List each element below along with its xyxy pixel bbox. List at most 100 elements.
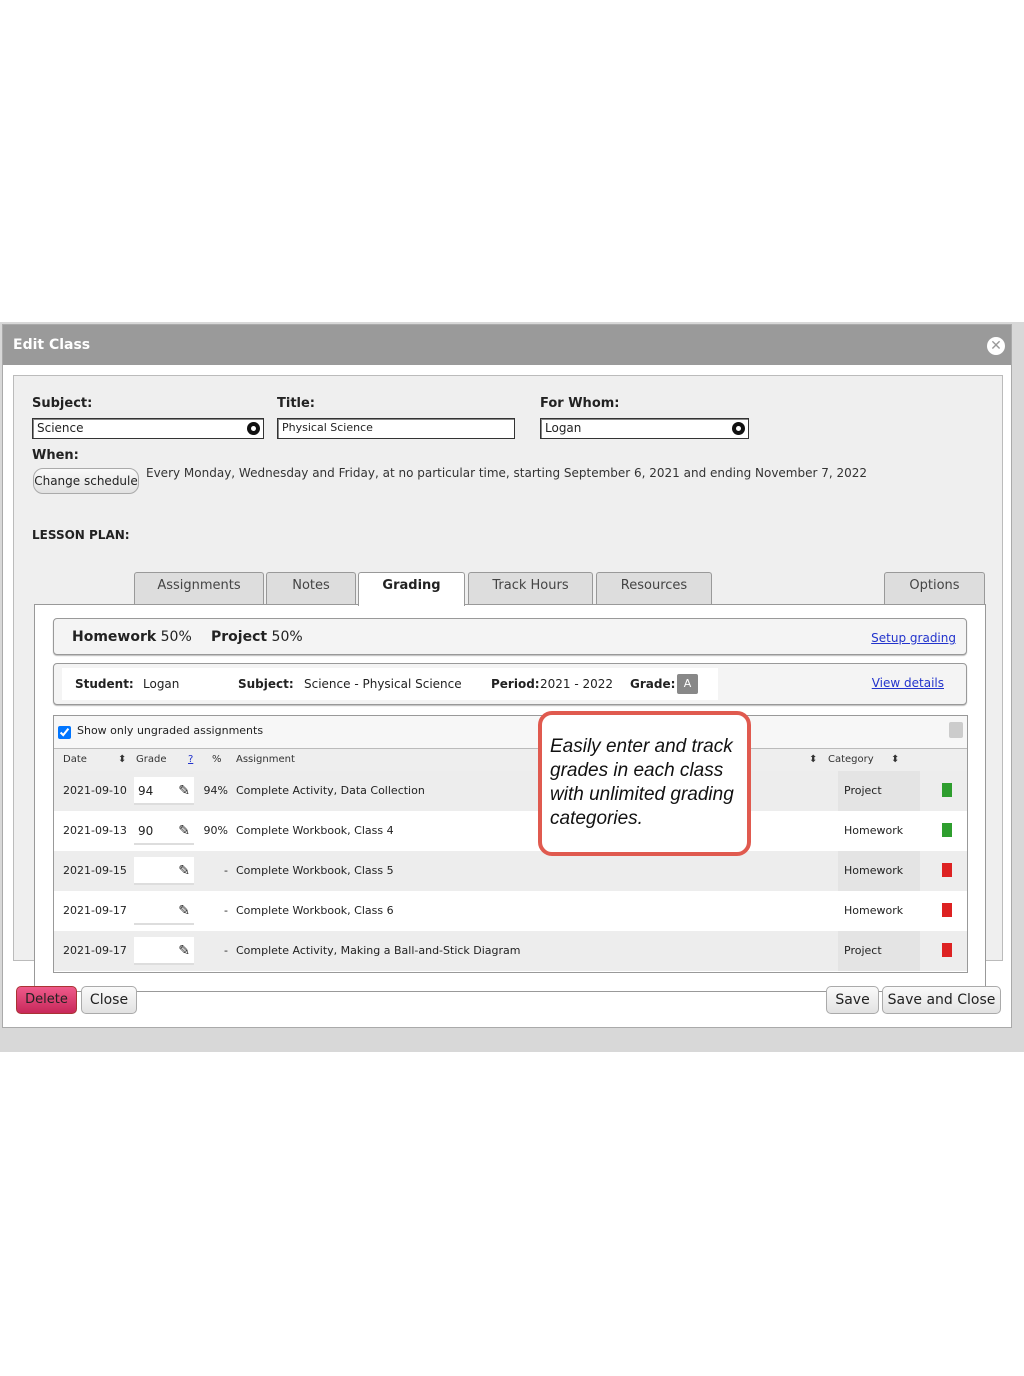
grade-input[interactable]: 94 ✎ <box>134 777 194 805</box>
student-label: Student: <box>75 677 134 691</box>
for-whom-select[interactable]: Logan <box>540 418 749 439</box>
category-name: Homework <box>72 629 157 645</box>
tab-assignments[interactable]: Assignments <box>134 572 264 605</box>
header-grade[interactable]: Grade <box>136 749 167 771</box>
dropdown-icon <box>247 422 260 435</box>
tab-notes[interactable]: Notes <box>266 572 356 605</box>
options-button[interactable]: Options <box>884 572 985 605</box>
category-pct: 50% <box>160 629 192 645</box>
for-whom-label: For Whom: <box>540 396 620 411</box>
pencil-icon[interactable]: ✎ <box>178 777 190 805</box>
close-button[interactable]: Close <box>81 986 137 1014</box>
grade-value: 90 <box>138 824 154 838</box>
setup-grading-link[interactable]: Setup grading <box>871 631 956 645</box>
grade-input[interactable]: ✎ <box>134 897 194 925</box>
status-flag-icon[interactable] <box>942 783 952 797</box>
subject-label: Subject: <box>32 396 93 411</box>
header-category[interactable]: Category <box>828 749 874 771</box>
row-date: 2021-09-10 <box>63 784 127 797</box>
header-pct: % <box>212 754 222 765</box>
row-pct: - <box>224 864 228 877</box>
status-flag-icon[interactable] <box>942 943 952 957</box>
edit-class-dialog: Edit Class ✕ Subject: Science Title: Phy… <box>2 324 1012 1028</box>
change-schedule-button[interactable]: Change schedule <box>33 468 139 494</box>
row-assignment[interactable]: Complete Workbook, Class 6 <box>236 891 394 931</box>
sort-icon[interactable]: ⬍ <box>118 749 126 771</box>
row-assignment[interactable]: Complete Activity, Data Collection <box>236 771 425 811</box>
status-flag-icon[interactable] <box>942 863 952 877</box>
title-label: Title: <box>277 396 316 411</box>
close-icon[interactable]: ✕ <box>987 337 1005 355</box>
row-pct: - <box>224 944 228 957</box>
feature-callout: Easily enter and track grades in each cl… <box>538 711 751 856</box>
grade-input[interactable]: ✎ <box>134 937 194 965</box>
view-details-link[interactable]: View details <box>872 676 944 690</box>
grading-categories: Homework 50% Project 50% Setup grading <box>53 618 967 655</box>
table-header: Date ⬍ Grade ? % Assignment ⬍ Category ⬍ <box>54 749 967 771</box>
row-date: 2021-09-13 <box>63 824 127 837</box>
row-pct: 94% <box>203 784 228 797</box>
table-row: 2021-09-17 ✎ - Complete Workbook, Class … <box>54 891 967 931</box>
tab-grading[interactable]: Grading <box>358 572 465 606</box>
period-label: Period: <box>491 677 540 691</box>
row-category: Homework <box>838 891 920 931</box>
row-date: 2021-09-17 <box>63 904 127 917</box>
row-assignment[interactable]: Complete Workbook, Class 5 <box>236 851 394 891</box>
header-assignment[interactable]: Assignment <box>236 749 295 771</box>
sort-icon[interactable]: ⬍ <box>891 749 899 771</box>
form-panel: Subject: Science Title: Physical Science… <box>13 375 1003 992</box>
subject-select[interactable]: Science <box>32 418 264 439</box>
subject-label: Subject: <box>238 677 294 691</box>
student-summary: Student: Logan Subject: Science - Physic… <box>53 663 967 705</box>
for-whom-value: Logan <box>545 421 582 435</box>
header-date[interactable]: Date <box>63 749 87 771</box>
student-value: Logan <box>143 677 180 691</box>
row-pct: 90% <box>203 824 228 837</box>
row-pct: - <box>224 904 228 917</box>
row-category: Project <box>838 931 920 971</box>
ungraded-filter-label: Show only ungraded assignments <box>77 724 264 737</box>
grade-input[interactable]: 90 ✎ <box>134 817 194 845</box>
sort-icon[interactable]: ⬍ <box>809 749 817 771</box>
pencil-icon[interactable]: ✎ <box>178 937 190 965</box>
table-row: 2021-09-15 ✎ - Complete Workbook, Class … <box>54 851 967 891</box>
status-flag-icon[interactable] <box>942 823 952 837</box>
row-assignment[interactable]: Complete Activity, Making a Ball-and-Sti… <box>236 931 521 971</box>
assignments-table: Show only ungraded assignments Date ⬍ Gr… <box>53 715 968 973</box>
tab-resources[interactable]: Resources <box>596 572 712 605</box>
delete-button[interactable]: Delete <box>16 986 77 1014</box>
table-settings-icon[interactable] <box>949 722 963 738</box>
save-button[interactable]: Save <box>826 986 879 1014</box>
table-row: 2021-09-13 90 ✎ 90% Complete Workbook, Cl… <box>54 811 967 851</box>
grade-value: 94 <box>138 784 154 798</box>
status-flag-icon[interactable] <box>942 903 952 917</box>
pencil-icon[interactable]: ✎ <box>178 857 190 885</box>
row-assignment[interactable]: Complete Workbook, Class 4 <box>236 811 394 851</box>
title-input[interactable]: Physical Science <box>277 418 515 439</box>
category-name: Project <box>211 629 268 645</box>
subject-value: Science - Physical Science <box>304 677 462 691</box>
row-date: 2021-09-15 <box>63 864 127 877</box>
schedule-text: Every Monday, Wednesday and Friday, at n… <box>146 466 868 480</box>
grade-help-link[interactable]: ? <box>188 749 193 771</box>
row-category: Homework <box>838 811 920 851</box>
tab-track-hours[interactable]: Track Hours <box>468 572 593 605</box>
subject-value: Science <box>37 421 84 435</box>
table-row: 2021-09-10 94 ✎ 94% Complete Activity, Da… <box>54 771 967 811</box>
pencil-icon[interactable]: ✎ <box>178 897 190 925</box>
save-and-close-button[interactable]: Save and Close <box>882 986 1001 1014</box>
row-category: Project <box>838 771 920 811</box>
grade-label: Grade: <box>630 677 676 691</box>
row-date: 2021-09-17 <box>63 944 127 957</box>
row-category: Homework <box>838 851 920 891</box>
when-label: When: <box>32 448 79 463</box>
lesson-plan-label: LESSON PLAN: <box>32 528 130 542</box>
period-value: 2021 - 2022 <box>540 677 614 691</box>
ungraded-filter-checkbox[interactable] <box>58 726 71 739</box>
dropdown-icon <box>732 422 745 435</box>
table-row: 2021-09-17 ✎ - Complete Activity, Making… <box>54 931 967 971</box>
grade-badge: A <box>677 674 698 694</box>
grade-input[interactable]: ✎ <box>134 857 194 885</box>
dialog-title: Edit Class <box>3 325 1011 365</box>
pencil-icon[interactable]: ✎ <box>178 817 190 845</box>
